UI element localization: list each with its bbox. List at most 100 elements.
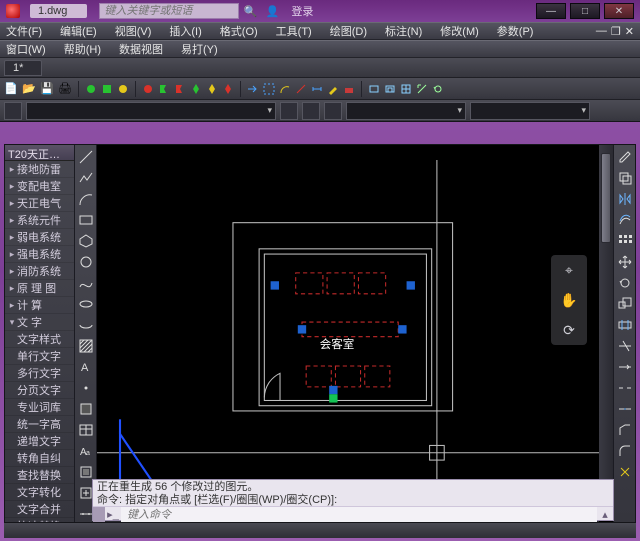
mdi-restore-icon[interactable]: ❐ — [611, 25, 621, 38]
orbit-icon[interactable]: ⟳ — [563, 322, 575, 339]
marker-green-icon[interactable] — [190, 83, 202, 95]
ellipse-icon[interactable] — [78, 296, 94, 312]
layer-combo[interactable] — [26, 102, 276, 120]
minimize-button[interactable]: — — [536, 3, 566, 19]
point-green2-icon[interactable] — [101, 83, 113, 95]
circle-icon[interactable] — [78, 254, 94, 270]
model-viewport[interactable]: 会客室 ⌖ ✋ ⟳ ◂ ▸ 模型 布局 — [97, 145, 613, 536]
offset-icon[interactable] — [617, 212, 633, 228]
flag-red-icon[interactable] — [174, 83, 186, 95]
expand-icon[interactable]: ▸ — [7, 164, 17, 175]
palette-item[interactable]: ▸原 理 图 — [5, 280, 74, 297]
eraser-icon[interactable] — [343, 83, 355, 95]
expand-icon[interactable]: ▸ — [7, 232, 17, 243]
rect-tool2-icon[interactable] — [384, 83, 396, 95]
polyline-icon[interactable] — [78, 170, 94, 186]
menu-param[interactable]: 参数(P) — [497, 23, 534, 39]
extend-icon[interactable] — [617, 359, 633, 375]
palette-item[interactable]: ▸计 算 — [5, 297, 74, 314]
mtext-icon[interactable]: Aa — [78, 443, 94, 459]
canvas[interactable]: 会客室 — [97, 145, 599, 520]
pan-icon[interactable]: ✋ — [560, 292, 577, 309]
palette-item[interactable]: ▸消防系统 — [5, 263, 74, 280]
palette-item[interactable]: ▸天正电气 — [5, 195, 74, 212]
palette-item[interactable]: 统一字高 — [5, 416, 74, 433]
layer-color-swatch[interactable] — [4, 102, 22, 120]
ellipse-arc-icon[interactable] — [78, 317, 94, 333]
menu-edit[interactable]: 编辑(E) — [60, 23, 97, 39]
line-tool-icon[interactable] — [295, 83, 307, 95]
palette-item[interactable]: 专业词库 — [5, 399, 74, 416]
menu-dataview[interactable]: 数据视图 — [119, 41, 163, 57]
move-icon[interactable] — [617, 254, 633, 270]
array-icon[interactable] — [617, 233, 633, 249]
menu-view[interactable]: 视图(V) — [115, 23, 152, 39]
brush-icon[interactable] — [327, 83, 339, 95]
menu-window[interactable]: 窗口(W) — [6, 41, 46, 57]
expand-icon[interactable]: ▾ — [7, 317, 17, 328]
stretch-icon[interactable] — [617, 317, 633, 333]
table-icon[interactable] — [78, 422, 94, 438]
login-link[interactable]: 登录 — [291, 3, 313, 19]
vertical-scrollbar[interactable] — [599, 145, 613, 520]
print-icon[interactable]: 🖨 — [58, 82, 72, 96]
arc-icon[interactable] — [78, 191, 94, 207]
command-input[interactable] — [121, 507, 597, 522]
menu-draw[interactable]: 绘图(D) — [330, 23, 367, 39]
dim-tool-icon[interactable] — [311, 83, 323, 95]
search-icon[interactable]: 🔍 — [242, 5, 258, 18]
palette-item[interactable]: 文字转化 — [5, 484, 74, 501]
select-rect-icon[interactable] — [263, 83, 275, 95]
close-button[interactable]: ✕ — [604, 3, 634, 19]
palette-item[interactable]: 文字样式 — [5, 331, 74, 348]
chamfer-icon[interactable] — [617, 422, 633, 438]
menu-format[interactable]: 格式(O) — [220, 23, 258, 39]
fillet-icon[interactable] — [617, 443, 633, 459]
scale-icon[interactable] — [617, 296, 633, 312]
zoom-extents-icon[interactable]: ⌖ — [565, 262, 573, 279]
scale-tool-icon[interactable] — [416, 83, 428, 95]
help-search-input[interactable] — [99, 3, 239, 19]
menu-dim[interactable]: 标注(N) — [385, 23, 422, 39]
palette-item[interactable]: ▸接地防雷 — [5, 161, 74, 178]
palette-item[interactable]: ▸弱电系统 — [5, 229, 74, 246]
mirror-icon[interactable] — [617, 191, 633, 207]
block-icon[interactable] — [78, 464, 94, 480]
palette-item[interactable]: 转角自纠 — [5, 450, 74, 467]
flag-green-icon[interactable] — [158, 83, 170, 95]
hatch-icon[interactable] — [78, 338, 94, 354]
palette-title[interactable]: T20天正… — [5, 145, 74, 161]
region-icon[interactable] — [78, 401, 94, 417]
point-icon[interactable] — [78, 380, 94, 396]
help-search[interactable] — [99, 3, 239, 19]
palette-item[interactable]: 文字合并 — [5, 501, 74, 518]
marker-red-icon[interactable] — [222, 83, 234, 95]
expand-icon[interactable]: ▸ — [7, 215, 17, 226]
rectangle-icon[interactable] — [78, 212, 94, 228]
open-icon[interactable]: 📂 — [22, 82, 36, 96]
save-icon[interactable]: 💾 — [40, 82, 54, 96]
plotstyle-swatch[interactable] — [324, 102, 342, 120]
expand-icon[interactable]: ▸ — [7, 283, 17, 294]
point-green-icon[interactable] — [85, 83, 97, 95]
menu-help[interactable]: 帮助(H) — [64, 41, 101, 57]
expand-icon[interactable]: ▸ — [7, 181, 17, 192]
expand-icon[interactable]: ▸ — [7, 300, 17, 311]
trim-icon[interactable] — [617, 338, 633, 354]
lineweight-swatch[interactable] — [302, 102, 320, 120]
user-icon[interactable]: 👤 — [264, 5, 280, 18]
rotate-tool-icon[interactable] — [432, 83, 444, 95]
expand-icon[interactable]: ▸ — [7, 198, 17, 209]
lineweight-combo[interactable] — [470, 102, 590, 120]
erase-icon[interactable] — [617, 149, 633, 165]
mdi-minimize-icon[interactable]: — — [596, 25, 607, 38]
linetype-swatch[interactable] — [280, 102, 298, 120]
palette-item[interactable]: ▾文 字 — [5, 314, 74, 331]
palette-item[interactable]: ▸强电系统 — [5, 246, 74, 263]
scroll-thumb[interactable] — [601, 153, 611, 243]
spline-icon[interactable] — [78, 275, 94, 291]
maximize-button[interactable]: □ — [570, 3, 600, 19]
copy-icon[interactable] — [617, 170, 633, 186]
command-window[interactable]: 正在重生成 56 个修改过的图元。 命令: 指定对角点或 [栏选(F)/圈围(W… — [92, 479, 614, 521]
point-yellow-icon[interactable] — [117, 83, 129, 95]
